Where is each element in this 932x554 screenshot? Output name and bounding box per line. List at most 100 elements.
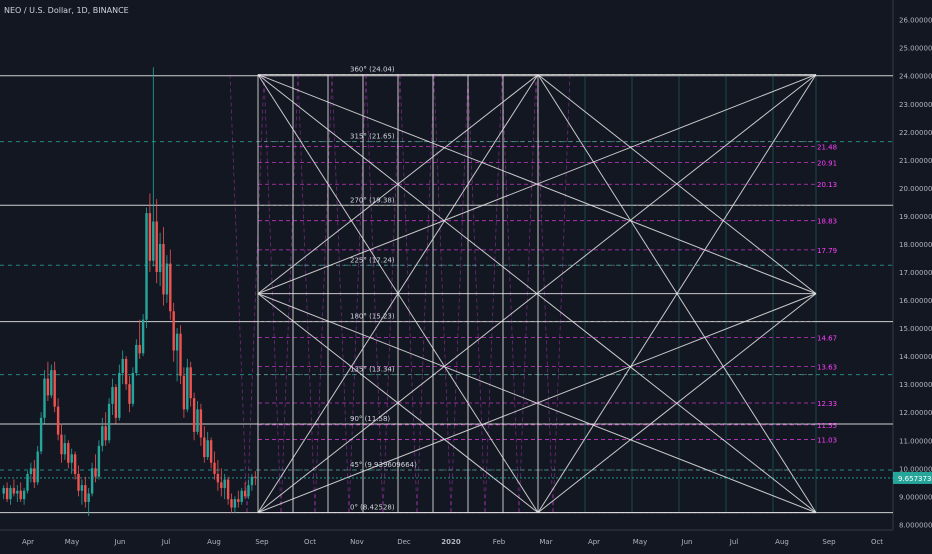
- candle-body: [33, 468, 36, 483]
- candle-body: [237, 499, 240, 502]
- candle-body: [56, 406, 60, 435]
- candle-body: [135, 344, 138, 373]
- time-tick-label: Oct: [871, 538, 883, 546]
- time-tick-label: Dec: [397, 538, 411, 546]
- candle-body: [250, 476, 254, 486]
- price-tick-label: 19.000000: [899, 213, 932, 221]
- magenta-level-label: 20.91: [817, 159, 837, 167]
- candle-body: [192, 398, 196, 432]
- candle-body: [254, 476, 257, 478]
- candle-body: [230, 499, 233, 508]
- candle-body: [12, 487, 16, 494]
- candle-body: [80, 485, 84, 491]
- candle-body: [138, 344, 141, 354]
- candle-body: [148, 213, 152, 261]
- time-tick-label: Sep: [822, 538, 836, 546]
- price-tick-label: 21.000000: [899, 157, 932, 165]
- price-tick-label: 14.000000: [899, 353, 932, 361]
- candle-body: [175, 333, 179, 351]
- candle-body: [111, 386, 114, 404]
- candle-body: [189, 367, 192, 399]
- candle-body: [213, 462, 216, 474]
- magenta-level-label: 13.63: [817, 364, 837, 372]
- time-tick-label: Jul: [161, 538, 171, 546]
- candle-body: [5, 487, 9, 500]
- time-tick-label: Jun: [681, 538, 693, 546]
- candle-body: [226, 479, 230, 500]
- price-tick-label: 20.000000: [899, 185, 932, 193]
- price-tick-label: 18.000000: [899, 241, 932, 249]
- time-tick-label: Aug: [775, 538, 789, 546]
- candle-body: [77, 473, 80, 491]
- price-tick-label: 25.000000: [899, 45, 932, 53]
- time-tick-label: Nov: [350, 538, 364, 546]
- angle-level-label: 315° (21.65): [350, 133, 395, 141]
- candle-body: [104, 426, 107, 441]
- candle-body: [131, 372, 135, 404]
- candle-body: [179, 333, 182, 376]
- magenta-level-label: 21.48: [817, 143, 837, 151]
- candle-body: [124, 358, 128, 385]
- price-tick-label: 15.000000: [899, 325, 932, 333]
- angle-level-label: 225° (17.24): [350, 256, 395, 264]
- candle-body: [141, 319, 145, 354]
- angle-level-label: 135° (13.34): [350, 366, 395, 374]
- angle-level-label: 0° (8.42528): [350, 504, 395, 512]
- candle-body: [223, 479, 226, 488]
- candle-body: [182, 375, 186, 410]
- candle-body: [53, 370, 56, 407]
- candle-body: [22, 490, 26, 500]
- candle-body: [203, 437, 206, 458]
- candle-body: [29, 468, 33, 474]
- candle-body: [158, 243, 162, 273]
- magenta-level-label: 18.83: [817, 218, 837, 226]
- price-tick-label: 8.000000: [899, 521, 932, 529]
- candle-body: [162, 243, 165, 295]
- symbol-title: NEO / U.S. Dollar, 1D, BINANCE: [4, 6, 129, 15]
- time-tick-label: Feb: [493, 538, 506, 546]
- time-tick-label: Apr: [588, 538, 600, 546]
- candle-body: [84, 485, 87, 502]
- magenta-level-label: 12.33: [817, 400, 837, 408]
- angle-level-label: 180° (15.23): [350, 313, 395, 321]
- candle-body: [16, 490, 19, 494]
- candle-body: [107, 403, 111, 441]
- candle-body: [220, 482, 223, 488]
- candle-body: [121, 358, 124, 373]
- candle-body: [128, 384, 131, 404]
- candle-body: [186, 367, 189, 410]
- time-tick-label: Apr: [22, 538, 34, 546]
- time-tick-label: May: [65, 538, 79, 546]
- magenta-level-label: 11.55: [817, 422, 837, 430]
- gann-chart[interactable]: 360° (24.04) 315° (21.65) 270° (19.38) 225°…: [0, 0, 932, 550]
- candle-body: [240, 490, 243, 502]
- candle-body: [165, 263, 169, 295]
- candle-body: [152, 221, 155, 261]
- candle-body: [90, 468, 94, 494]
- candle-body: [169, 263, 172, 312]
- time-tick-label: 2020: [441, 538, 461, 546]
- price-tick-label: 22.000000: [899, 129, 932, 137]
- magenta-level-label: 11.03: [817, 436, 837, 444]
- price-tick-label: 17.000000: [899, 269, 932, 277]
- candle-body: [9, 487, 12, 500]
- current-price-label: 9.657373: [898, 475, 931, 483]
- angle-level-label: 90° (11.58): [350, 415, 390, 423]
- candle-body: [73, 454, 77, 474]
- candle-body: [70, 454, 73, 463]
- candle-body: [114, 386, 118, 418]
- candle-body: [60, 434, 63, 455]
- candle-body: [155, 221, 158, 273]
- candle-body: [206, 440, 209, 458]
- magenta-level-label: 17.79: [817, 247, 837, 255]
- price-tick-label: 16.000000: [899, 297, 932, 305]
- candle-body: [209, 440, 213, 463]
- angle-level-label: 270° (19.38): [350, 196, 395, 204]
- candle-body: [87, 493, 90, 502]
- candle-body: [118, 372, 121, 418]
- time-tick-label: Aug: [207, 538, 221, 546]
- candle-body: [26, 473, 29, 491]
- candle-body: [172, 311, 175, 351]
- price-tick-label: 12.000000: [899, 409, 932, 417]
- magenta-level-label: 20.13: [817, 181, 837, 189]
